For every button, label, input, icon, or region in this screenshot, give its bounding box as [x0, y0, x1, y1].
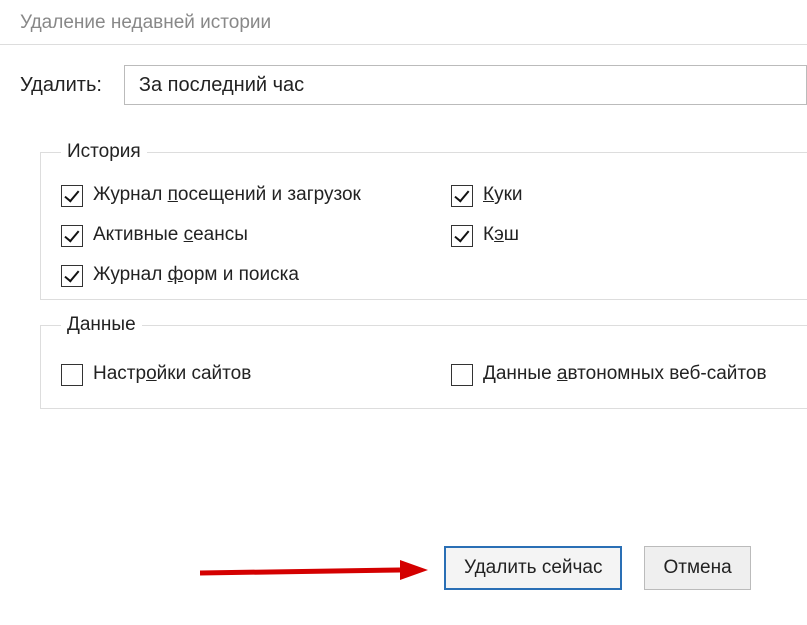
- group-history: История Журнал посещений и загрузок Куки…: [40, 141, 807, 300]
- checkbox-icon: [451, 225, 473, 247]
- checkbox-label: Куки: [483, 183, 523, 207]
- cb-site-settings[interactable]: Настройки сайтов: [61, 362, 441, 386]
- checkbox-icon: [61, 364, 83, 386]
- checkbox-icon: [61, 265, 83, 287]
- cb-offline-data[interactable]: Данные автономных веб-сайтов: [451, 362, 807, 386]
- range-label: Удалить:: [20, 74, 102, 97]
- checkbox-icon: [61, 225, 83, 247]
- delete-now-button[interactable]: Удалить сейчас: [444, 546, 622, 590]
- checkbox-label: Журнал посещений и загрузок: [93, 183, 361, 207]
- cb-cache[interactable]: Кэш: [451, 223, 807, 247]
- cb-active-sessions[interactable]: Активные сеансы: [61, 223, 441, 247]
- checkbox-label: Журнал форм и поиска: [93, 263, 299, 287]
- group-data-legend: Данные: [61, 314, 142, 336]
- checkbox-label: Настройки сайтов: [93, 362, 251, 386]
- cb-browsing-downloads[interactable]: Журнал посещений и загрузок: [61, 183, 441, 207]
- checkbox-icon: [451, 185, 473, 207]
- group-data: Данные Настройки сайтов Данные автономны…: [40, 314, 807, 409]
- checkbox-label: Активные сеансы: [93, 223, 248, 247]
- time-range-value: За последний час: [139, 74, 304, 97]
- cb-form-search[interactable]: Журнал форм и поиска: [61, 263, 441, 287]
- cancel-button[interactable]: Отмена: [644, 546, 750, 590]
- cb-cookies[interactable]: Куки: [451, 183, 807, 207]
- time-range-select[interactable]: За последний час: [124, 65, 807, 105]
- checkbox-label: Данные автономных веб-сайтов: [483, 362, 767, 386]
- time-range-row: Удалить: За последний час: [20, 65, 807, 105]
- checkbox-label: Кэш: [483, 223, 519, 247]
- checkbox-icon: [61, 185, 83, 207]
- dialog-title: Удаление недавней истории: [0, 0, 807, 42]
- dialog-content: Удалить: За последний час История Журнал…: [0, 45, 807, 409]
- group-history-legend: История: [61, 141, 147, 163]
- dialog-buttons: Удалить сейчас Отмена: [0, 546, 807, 590]
- checkbox-icon: [451, 364, 473, 386]
